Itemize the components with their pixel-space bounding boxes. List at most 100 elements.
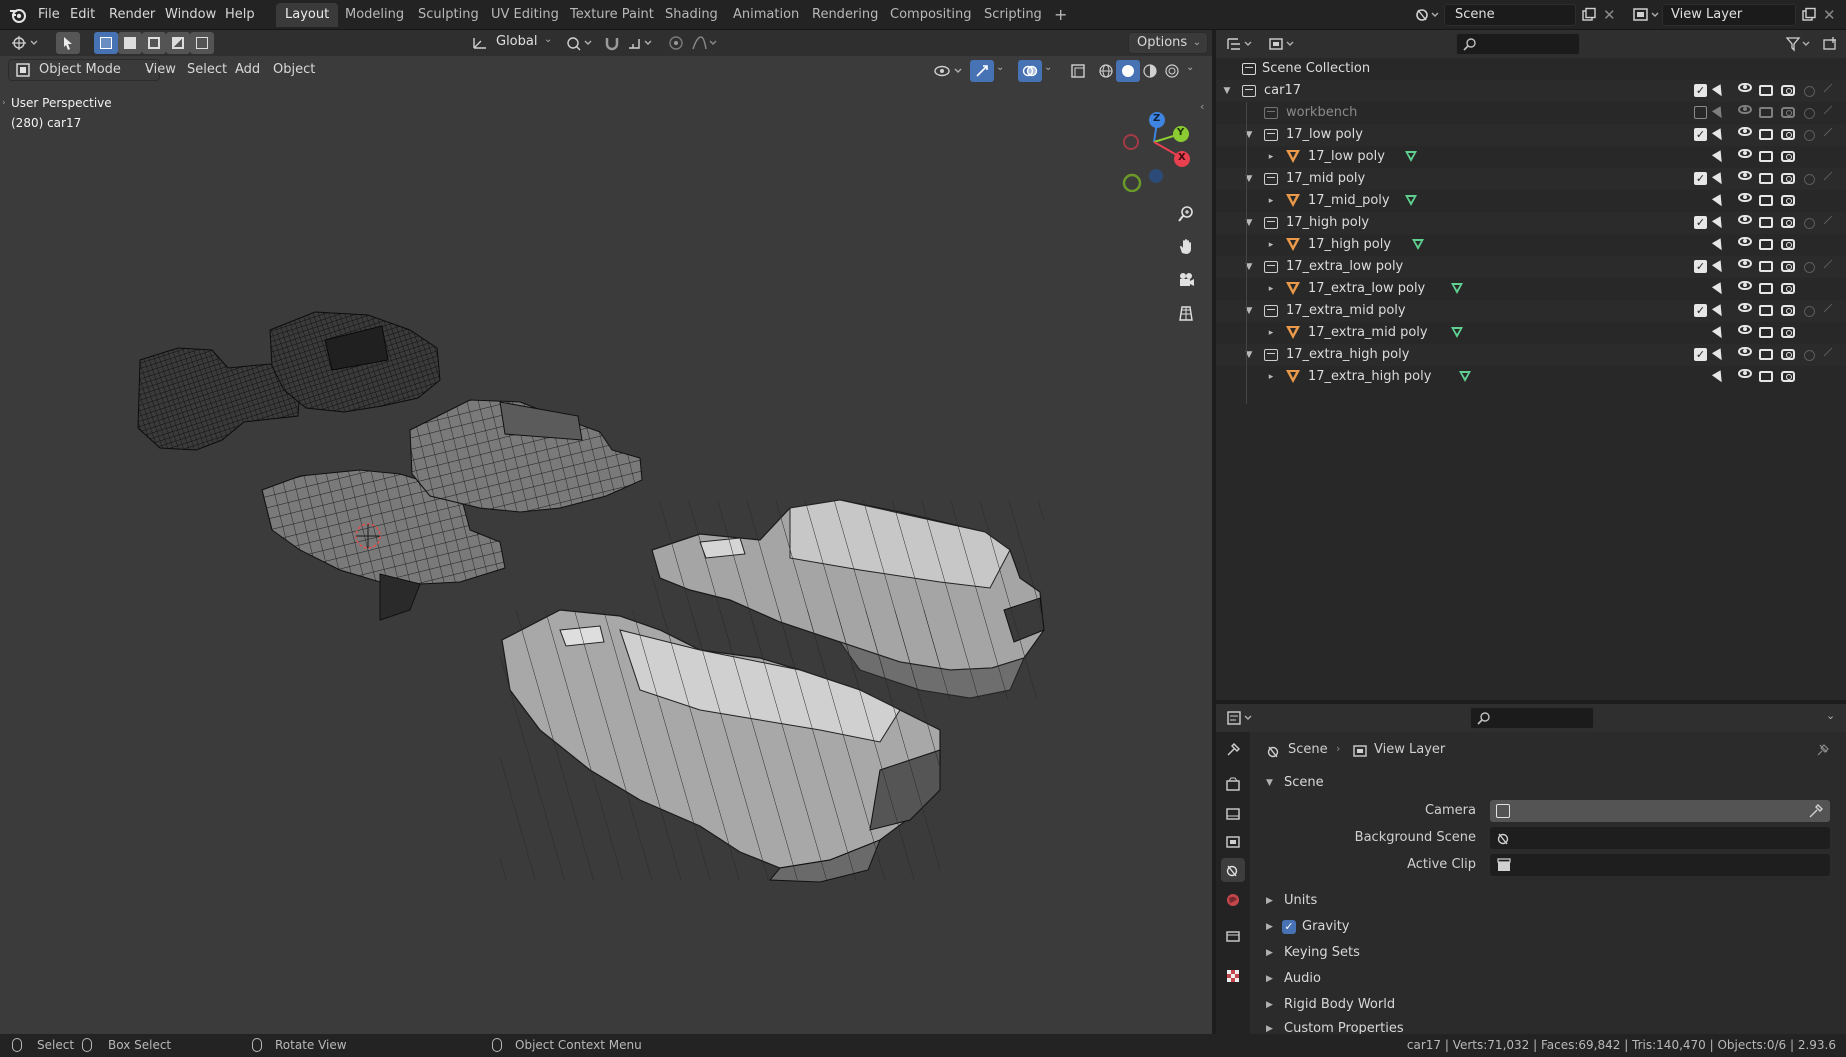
view-layer-tab-icon[interactable] bbox=[1221, 830, 1245, 854]
tool-tab-icon[interactable] bbox=[1221, 738, 1245, 762]
expand-down-icon[interactable]: ▼ bbox=[1222, 80, 1232, 96]
holdout-toggle-icon[interactable] bbox=[1804, 306, 1815, 317]
viewport-disable-icon[interactable] bbox=[1759, 85, 1773, 96]
selectable-toggle-icon[interactable] bbox=[1711, 326, 1727, 341]
outliner-object-row[interactable]: ▸ 17_extra_high poly bbox=[1216, 366, 1846, 388]
tab-scripting[interactable]: Scripting bbox=[975, 3, 1051, 27]
render-disable-icon[interactable] bbox=[1781, 239, 1795, 250]
visibility-eye-icon[interactable] bbox=[1738, 193, 1752, 202]
render-disable-icon[interactable] bbox=[1781, 283, 1795, 294]
view-layer-icon[interactable] bbox=[1632, 5, 1660, 25]
exclude-checkbox[interactable]: ✓ bbox=[1694, 304, 1707, 317]
new-scene-icon[interactable] bbox=[1578, 4, 1600, 26]
viewport-disable-icon[interactable] bbox=[1759, 371, 1773, 382]
render-disable-icon[interactable] bbox=[1781, 129, 1795, 140]
render-disable-icon[interactable] bbox=[1781, 107, 1795, 118]
new-view-layer-icon[interactable] bbox=[1798, 4, 1820, 26]
tab-animation[interactable]: Animation bbox=[724, 3, 808, 27]
viewport-disable-icon[interactable] bbox=[1759, 195, 1773, 206]
viewport-disable-icon[interactable] bbox=[1759, 173, 1773, 184]
visibility-eye-icon[interactable] bbox=[1738, 127, 1752, 136]
exclude-checkbox[interactable]: ✓ bbox=[1694, 348, 1707, 361]
viewport-disable-icon[interactable] bbox=[1759, 327, 1773, 338]
render-disable-icon[interactable] bbox=[1781, 217, 1795, 228]
holdout-toggle-icon[interactable] bbox=[1804, 262, 1815, 273]
render-disable-icon[interactable] bbox=[1781, 261, 1795, 272]
tab-texture-paint[interactable]: Texture Paint bbox=[561, 3, 663, 27]
outliner-collection-row[interactable]: ▼ 17_extra_high poly ✓ bbox=[1216, 344, 1846, 366]
selectable-toggle-icon[interactable] bbox=[1711, 260, 1727, 275]
visibility-eye-icon[interactable] bbox=[1738, 149, 1752, 158]
keying-sets-section[interactable]: ▶ Keying Sets bbox=[1256, 942, 1836, 964]
background-scene-field[interactable] bbox=[1490, 827, 1830, 849]
exclude-checkbox[interactable]: ✓ bbox=[1694, 128, 1707, 141]
properties-search-input[interactable] bbox=[1470, 707, 1594, 729]
render-tab-icon[interactable] bbox=[1221, 772, 1245, 796]
viewport-disable-icon[interactable] bbox=[1759, 107, 1773, 118]
world-tab-icon[interactable] bbox=[1221, 888, 1245, 912]
selectable-toggle-icon[interactable] bbox=[1711, 172, 1727, 187]
outliner-editor-type-icon[interactable] bbox=[1224, 33, 1258, 55]
outliner-collection-row[interactable]: ▼ 17_extra_mid poly ✓ bbox=[1216, 300, 1846, 322]
active-clip-field[interactable] bbox=[1490, 854, 1830, 876]
mesh-data-icon[interactable] bbox=[1450, 327, 1463, 338]
holdout-toggle-icon[interactable] bbox=[1804, 218, 1815, 229]
delete-view-layer-icon[interactable]: ✕ bbox=[1823, 6, 1836, 24]
indirect-only-toggle-icon[interactable] bbox=[1823, 171, 1840, 188]
tab-rendering[interactable]: Rendering bbox=[803, 3, 887, 27]
holdout-toggle-icon[interactable] bbox=[1804, 86, 1815, 97]
audio-section[interactable]: ▶ Audio bbox=[1256, 968, 1836, 990]
expand-right-icon[interactable]: ▸ bbox=[1266, 366, 1276, 382]
texture-tab-icon[interactable] bbox=[1221, 964, 1245, 988]
exclude-checkbox[interactable] bbox=[1694, 106, 1707, 119]
tab-uv-editing[interactable]: UV Editing bbox=[482, 3, 568, 27]
visibility-eye-icon[interactable] bbox=[1738, 215, 1752, 224]
indirect-only-toggle-icon[interactable] bbox=[1823, 105, 1840, 122]
tab-sculpting[interactable]: Sculpting bbox=[409, 3, 488, 27]
menu-render[interactable]: Render bbox=[103, 4, 161, 26]
viewport-disable-icon[interactable] bbox=[1759, 261, 1773, 272]
visibility-eye-icon[interactable] bbox=[1738, 83, 1752, 92]
expand-right-icon[interactable]: ▸ bbox=[1266, 146, 1276, 162]
visibility-eye-icon[interactable] bbox=[1738, 347, 1752, 356]
gravity-checkbox[interactable]: ✓ bbox=[1282, 920, 1296, 934]
outliner-collection-row[interactable]: ▼ 17_low poly ✓ bbox=[1216, 124, 1846, 146]
viewport-disable-icon[interactable] bbox=[1759, 151, 1773, 162]
outliner-collection-row[interactable]: workbench bbox=[1216, 102, 1846, 124]
outliner-object-row[interactable]: ▸ 17_extra_low poly bbox=[1216, 278, 1846, 300]
indirect-only-toggle-icon[interactable] bbox=[1823, 303, 1840, 320]
selectable-toggle-icon[interactable] bbox=[1711, 216, 1727, 231]
camera-field[interactable] bbox=[1490, 800, 1830, 822]
exclude-checkbox[interactable]: ✓ bbox=[1694, 172, 1707, 185]
3d-viewport[interactable]: Global ⌄ Options ⌄ Object Mode ⌄ View Se… bbox=[0, 30, 1212, 1034]
outliner-collection-row[interactable]: ▼ 17_high poly ✓ bbox=[1216, 212, 1846, 234]
tab-layout[interactable]: Layout bbox=[276, 3, 339, 27]
viewport-disable-icon[interactable] bbox=[1759, 217, 1773, 228]
render-disable-icon[interactable] bbox=[1781, 151, 1795, 162]
outliner-scene-collection[interactable]: Scene Collection bbox=[1216, 58, 1846, 80]
filter-icon[interactable] bbox=[1784, 33, 1814, 55]
expand-right-icon[interactable]: ▸ bbox=[1266, 278, 1276, 294]
output-tab-icon[interactable] bbox=[1221, 802, 1245, 826]
collection-tab-icon[interactable] bbox=[1221, 924, 1245, 948]
delete-scene-icon[interactable]: ✕ bbox=[1603, 6, 1616, 24]
tab-compositing[interactable]: Compositing bbox=[881, 3, 981, 27]
selectable-toggle-icon[interactable] bbox=[1711, 106, 1727, 121]
properties-editor-type-icon[interactable] bbox=[1224, 707, 1258, 729]
indirect-only-toggle-icon[interactable] bbox=[1823, 347, 1840, 364]
viewport-disable-icon[interactable] bbox=[1759, 305, 1773, 316]
exclude-checkbox[interactable]: ✓ bbox=[1694, 84, 1707, 97]
tab-modeling[interactable]: Modeling bbox=[336, 3, 413, 27]
viewport-disable-icon[interactable] bbox=[1759, 283, 1773, 294]
visibility-eye-icon[interactable] bbox=[1738, 369, 1752, 378]
render-disable-icon[interactable] bbox=[1781, 195, 1795, 206]
selectable-toggle-icon[interactable] bbox=[1711, 84, 1727, 99]
menu-help[interactable]: Help bbox=[219, 4, 261, 26]
display-mode-icon[interactable] bbox=[1266, 33, 1300, 55]
viewport-disable-icon[interactable] bbox=[1759, 129, 1773, 140]
render-disable-icon[interactable] bbox=[1781, 371, 1795, 382]
expand-right-icon[interactable]: ▸ bbox=[1266, 190, 1276, 206]
expand-right-icon[interactable]: ▸ bbox=[1266, 322, 1276, 338]
menu-edit[interactable]: Edit bbox=[64, 4, 101, 26]
selectable-toggle-icon[interactable] bbox=[1711, 370, 1727, 385]
